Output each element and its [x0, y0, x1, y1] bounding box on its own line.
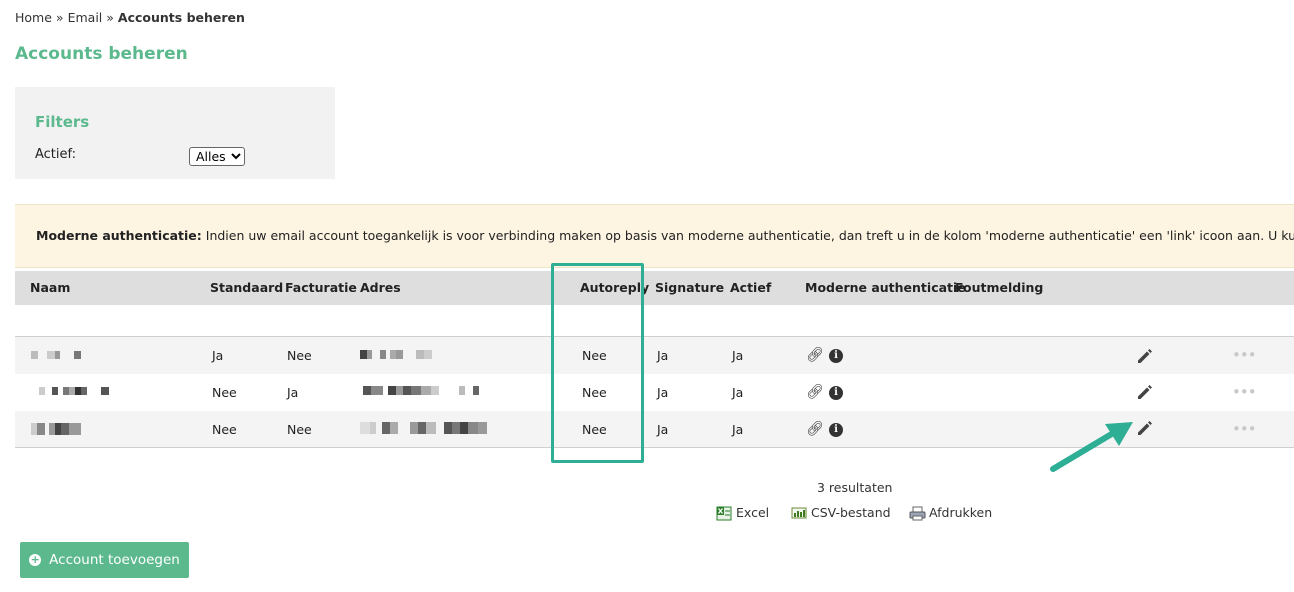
redacted-name	[39, 387, 109, 395]
more-dots-icon[interactable]: •••	[1232, 346, 1257, 364]
column-header-signature[interactable]: Signature	[655, 271, 724, 305]
add-account-button[interactable]: + Account toevoegen	[20, 542, 189, 578]
column-header-standaard[interactable]: Standaard	[210, 271, 283, 305]
cell-standaard: Ja	[212, 348, 224, 363]
column-header-adres[interactable]: Adres	[360, 271, 401, 305]
breadcrumb: Home» Email» Accounts beheren	[15, 10, 245, 25]
redacted-name	[31, 423, 81, 435]
pencil-icon[interactable]	[1135, 418, 1155, 441]
accounts-table-header: Naam Standaard Facturatie Adres Autorepl…	[15, 271, 1294, 305]
print-label[interactable]: Afdrukken	[929, 505, 992, 520]
export-csv-link[interactable]: CSV-bestand	[791, 505, 891, 520]
excel-icon	[716, 506, 732, 520]
redacted-address	[363, 386, 479, 395]
filters-title: Filters	[35, 113, 90, 131]
export-excel-link[interactable]: Excel	[716, 505, 769, 520]
cell-standaard: Nee	[212, 422, 237, 437]
autoreply-highlight-box	[551, 263, 644, 463]
pencil-icon[interactable]	[1135, 346, 1155, 369]
redacted-address	[360, 422, 487, 434]
cell-actief: Ja	[732, 385, 744, 400]
cell-signature: Ja	[657, 422, 669, 437]
annotation-arrow	[1050, 422, 1133, 472]
page-title: Accounts beheren	[15, 44, 188, 64]
column-header-foutmelding[interactable]: Foutmelding	[955, 271, 1043, 305]
notice-text: Indien uw email account toegankelijk is …	[205, 228, 1294, 243]
cell-facturatie: Ja	[287, 385, 299, 400]
breadcrumb-current: Accounts beheren	[117, 10, 245, 25]
pencil-icon[interactable]	[1135, 382, 1155, 405]
export-csv-label[interactable]: CSV-bestand	[811, 505, 891, 520]
table-filter-row	[15, 305, 1294, 337]
table-row[interactable]: Ja Nee Nee Ja Ja 🔗︎ i •••	[15, 337, 1294, 374]
breadcrumb-home[interactable]: Home	[15, 10, 52, 25]
print-link[interactable]: Afdrukken	[909, 505, 992, 520]
breadcrumb-separator: »	[106, 10, 114, 25]
redacted-address	[360, 350, 432, 359]
modern-auth-notice: Moderne authenticatie: Indien uw email a…	[15, 204, 1294, 268]
actief-filter-select[interactable]: Alles	[189, 147, 245, 166]
cell-facturatie: Nee	[287, 348, 312, 363]
table-row[interactable]: Nee Ja Nee Ja Ja 🔗︎ i •••	[15, 374, 1294, 411]
filters-panel: Filters Actief: Alles	[15, 87, 335, 179]
cell-actief: Ja	[732, 348, 744, 363]
redacted-name	[31, 351, 81, 359]
breadcrumb-email[interactable]: Email	[68, 10, 103, 25]
column-header-actief[interactable]: Actief	[730, 271, 771, 305]
link-icon[interactable]: 🔗︎	[806, 348, 824, 362]
column-header-facturatie[interactable]: Facturatie	[285, 271, 357, 305]
cell-signature: Ja	[657, 385, 669, 400]
cell-standaard: Nee	[212, 385, 237, 400]
add-account-label: Account toevoegen	[49, 552, 180, 568]
link-icon[interactable]: 🔗︎	[806, 422, 824, 436]
link-icon[interactable]: 🔗︎	[806, 385, 824, 399]
notice-title: Moderne authenticatie:	[36, 228, 202, 243]
cell-actief: Ja	[732, 422, 744, 437]
printer-icon	[909, 506, 926, 520]
info-icon[interactable]: i	[829, 423, 843, 437]
info-icon[interactable]: i	[829, 349, 843, 363]
actief-filter-label: Actief:	[35, 147, 77, 162]
plus-circle-icon: +	[29, 553, 42, 566]
cell-facturatie: Nee	[287, 422, 312, 437]
cell-signature: Ja	[657, 348, 669, 363]
column-header-naam[interactable]: Naam	[30, 271, 70, 305]
more-dots-icon[interactable]: •••	[1232, 420, 1257, 438]
breadcrumb-separator: »	[55, 10, 64, 25]
export-excel-label[interactable]: Excel	[736, 505, 769, 520]
csv-icon	[791, 506, 807, 520]
more-dots-icon[interactable]: •••	[1232, 383, 1257, 401]
results-count: 3 resultaten	[817, 480, 893, 495]
info-icon[interactable]: i	[829, 386, 843, 400]
column-header-moderne-authenticatie[interactable]: Moderne authenticatie	[805, 271, 966, 305]
